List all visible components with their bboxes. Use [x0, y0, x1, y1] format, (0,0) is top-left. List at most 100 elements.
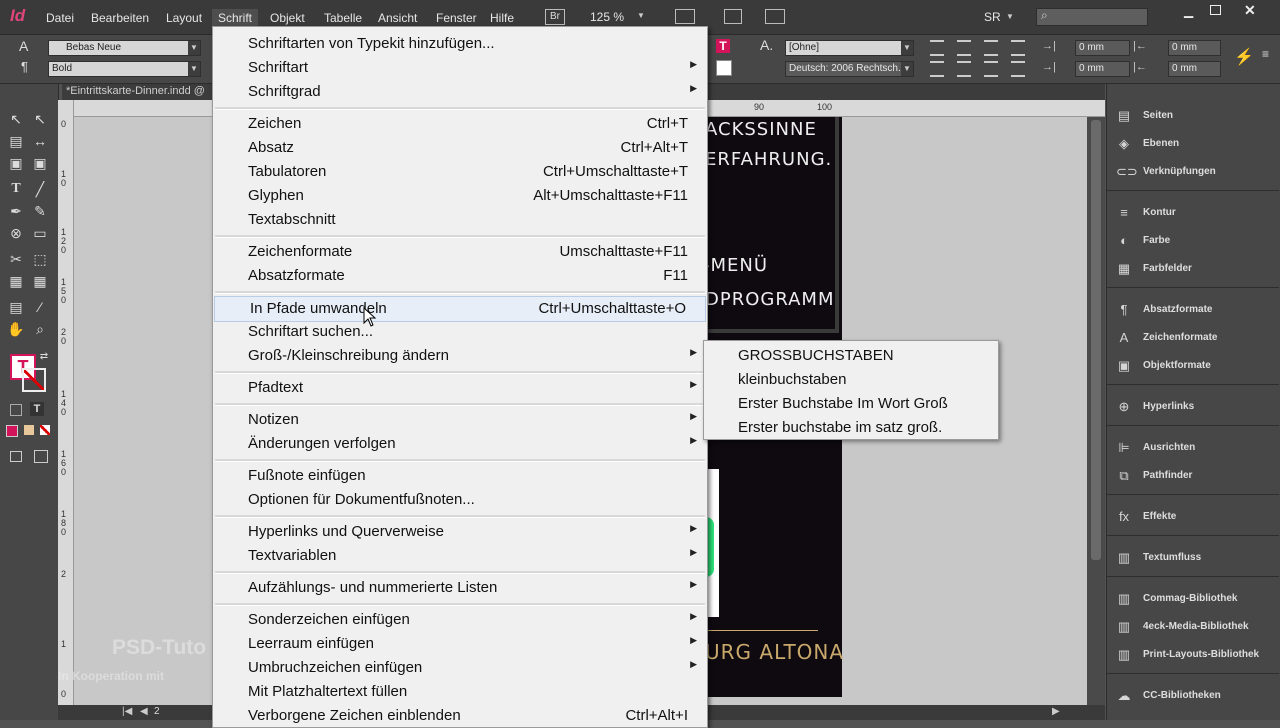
menu-objekt[interactable]: Objekt: [264, 9, 311, 27]
free-transform-tool-icon[interactable]: ⬚: [30, 250, 50, 268]
menu-item-schriftgrad[interactable]: Schriftgrad ▶: [213, 80, 707, 104]
menu-item-verborgene-zeichen-einblenden[interactable]: Verborgene Zeichen einblenden Ctrl+Alt+I: [213, 704, 707, 728]
stroke-swatch-icon[interactable]: [22, 368, 46, 392]
justify-all-icon[interactable]: [930, 61, 944, 77]
menu-ansicht[interactable]: Ansicht: [372, 9, 423, 27]
menu-item-optionen-für-dokumentfußnoten[interactable]: Optionen für Dokumentfußnoten...: [213, 488, 707, 512]
panel-print-layouts-bibliothek[interactable]: ▥ Print-Layouts-Bibliothek: [1112, 644, 1278, 668]
menu-item-textabschnitt[interactable]: Textabschnitt: [213, 208, 707, 232]
pen-tool-icon[interactable]: ✒: [6, 202, 26, 220]
workspace-switcher[interactable]: SR: [984, 10, 1001, 24]
panel-objektformate[interactable]: ▣ Objektformate: [1112, 355, 1278, 379]
view-options-icon[interactable]: [675, 9, 695, 24]
menu-item-schriftarten-von-typekit-hinzufügen[interactable]: Schriftarten von Typekit hinzufügen...: [213, 32, 707, 56]
page-tool-icon[interactable]: ▤: [6, 132, 26, 150]
justify-icon[interactable]: [1011, 40, 1025, 56]
maximize-window-icon[interactable]: [1210, 5, 1221, 15]
right-indent-field[interactable]: 0 mm: [1168, 40, 1221, 56]
workspace-dropdown-icon[interactable]: ▼: [1006, 12, 1014, 21]
gradient-swatch-tool-icon[interactable]: ▦: [6, 272, 26, 290]
menu-tabelle[interactable]: Tabelle: [318, 9, 368, 27]
menu-item-groß-kleinschreibung-ändern[interactable]: Groß-/Kleinschreibung ändern ▶: [213, 344, 707, 368]
minimize-window-icon[interactable]: ▁: [1184, 4, 1193, 18]
char-style-field[interactable]: [Ohne] ▼: [785, 40, 914, 56]
language-dropdown-icon[interactable]: ▼: [901, 62, 913, 76]
menu-item-pfadtext[interactable]: Pfadtext ▶: [213, 376, 707, 400]
panel-seiten[interactable]: ▤ Seiten: [1112, 105, 1278, 129]
left-indent-field[interactable]: 0 mm: [1075, 40, 1130, 56]
panel-commag-bibliothek[interactable]: ▥ Commag-Bibliothek: [1112, 588, 1278, 612]
menu-item-textvariablen[interactable]: Textvariablen ▶: [213, 544, 707, 568]
submenu-sentence-case[interactable]: Erster buchstabe im satz groß.: [738, 419, 942, 436]
format-container-icon[interactable]: [10, 404, 22, 416]
menu-item-mit-platzhaltertext-füllen[interactable]: Mit Platzhaltertext füllen: [213, 680, 707, 704]
panel-farbfelder[interactable]: ▦ Farbfelder: [1112, 258, 1278, 282]
apply-gradient-icon[interactable]: [24, 425, 34, 435]
scrollbar-thumb[interactable]: [1091, 120, 1101, 560]
content-collector-icon[interactable]: ▣: [6, 154, 26, 172]
justify-full-icon[interactable]: [1011, 61, 1025, 77]
panel-absatzformate[interactable]: ¶ Absatzformate: [1112, 299, 1278, 323]
eyedropper-tool-icon[interactable]: ⁄: [30, 298, 50, 316]
paragraph-mode-icon[interactable]: ¶: [21, 59, 28, 74]
menu-item-schriftart[interactable]: Schriftart ▶: [213, 56, 707, 80]
panel-pathfinder[interactable]: ⧉ Pathfinder: [1112, 465, 1278, 489]
app-logo[interactable]: Id: [10, 6, 25, 26]
font-family-field[interactable]: Bebas Neue ▼: [48, 40, 201, 56]
hand-tool-icon[interactable]: ✋: [6, 320, 26, 338]
zoom-tool-icon[interactable]: ⌕: [30, 320, 50, 338]
menu-bearbeiten[interactable]: Bearbeiten: [85, 9, 155, 27]
scissors-tool-icon[interactable]: ✂: [6, 250, 26, 268]
help-search-input[interactable]: [1036, 8, 1148, 26]
align-center-icon[interactable]: [957, 40, 971, 56]
apply-color-icon[interactable]: [6, 425, 18, 437]
bridge-button[interactable]: Br: [545, 9, 565, 25]
text-stroke-icon[interactable]: [716, 60, 732, 76]
panel-zeichenformate[interactable]: A Zeichenformate: [1112, 327, 1278, 351]
menu-item-notizen[interactable]: Notizen ▶: [213, 408, 707, 432]
font-style-field[interactable]: Bold ▼: [48, 61, 201, 77]
prev-page-icon[interactable]: ◀: [140, 706, 148, 717]
menu-item-aufzählungs-und-nummerierte-listen[interactable]: Aufzählungs- und nummerierte Listen ▶: [213, 576, 707, 600]
arrange-docs-icon[interactable]: [765, 9, 785, 24]
char-style-dropdown-icon[interactable]: ▼: [901, 41, 913, 55]
line-tool-icon[interactable]: ╱: [30, 180, 50, 198]
format-text-icon[interactable]: T: [30, 402, 44, 416]
menu-fenster[interactable]: Fenster: [430, 9, 483, 27]
submenu-title-case[interactable]: Erster Buchstabe Im Wort Groß: [738, 395, 948, 412]
zoom-dropdown-icon[interactable]: ▼: [637, 11, 645, 20]
gradient-feather-tool-icon[interactable]: ▦: [30, 272, 50, 290]
justify-center-icon[interactable]: [957, 61, 971, 77]
submenu-uppercase[interactable]: GROSSBUCHSTABEN: [738, 347, 894, 364]
menu-item-in-pfade-umwandeln[interactable]: In Pfade umwandeln Ctrl+Umschalttaste+O: [214, 296, 706, 322]
menu-item-leerraum-einfügen[interactable]: Leerraum einfügen ▶: [213, 632, 707, 656]
panel-textumfluss[interactable]: ▥ Textumfluss: [1112, 547, 1278, 571]
submenu-lowercase[interactable]: kleinbuchstaben: [738, 371, 846, 388]
panel-4eck-media-bibliothek[interactable]: ▥ 4eck-Media-Bibliothek: [1112, 616, 1278, 640]
menu-hilfe[interactable]: Hilfe: [484, 9, 520, 27]
menu-item-änderungen-verfolgen[interactable]: Änderungen verfolgen ▶: [213, 432, 707, 456]
menu-schrift[interactable]: Schrift: [212, 9, 259, 27]
screen-mode-icon[interactable]: [724, 9, 742, 24]
align-right-icon[interactable]: [984, 40, 998, 56]
panel-effekte[interactable]: fx Effekte: [1112, 506, 1278, 530]
panel-kontur[interactable]: ≡ Kontur: [1112, 202, 1278, 226]
panel-menu-icon[interactable]: ≡: [1262, 47, 1269, 61]
apply-none-icon[interactable]: [40, 425, 50, 435]
font-style-dropdown-icon[interactable]: ▼: [188, 62, 200, 76]
menu-item-zeichenformate[interactable]: Zeichenformate Umschalttaste+F11: [213, 240, 707, 264]
close-window-icon[interactable]: ✕: [1244, 2, 1256, 19]
panel-hyperlinks[interactable]: ⊕ Hyperlinks: [1112, 396, 1278, 420]
vertical-ruler[interactable]: 0 1 0 1 2 0 1 5 0 2 0 1 4 0 1 6 0 1 8 0 2 1 0: [58, 100, 74, 705]
zoom-level[interactable]: 125 %: [590, 10, 624, 24]
note-tool-icon[interactable]: ▤: [6, 298, 26, 316]
character-mode-icon[interactable]: A: [19, 38, 28, 54]
menu-datei[interactable]: Datei: [40, 9, 80, 27]
document-tab[interactable]: *Eintrittskarte-Dinner.indd @: [66, 85, 205, 97]
menu-item-hyperlinks-und-querverweise[interactable]: Hyperlinks und Querverweise ▶: [213, 520, 707, 544]
menu-layout[interactable]: Layout: [160, 9, 208, 27]
panel-farbe[interactable]: ◐ Farbe: [1112, 230, 1278, 254]
swap-colors-icon[interactable]: ⇄: [34, 348, 54, 366]
first-page-icon[interactable]: |◀: [122, 706, 132, 717]
first-line-indent-field[interactable]: 0 mm: [1075, 61, 1130, 77]
